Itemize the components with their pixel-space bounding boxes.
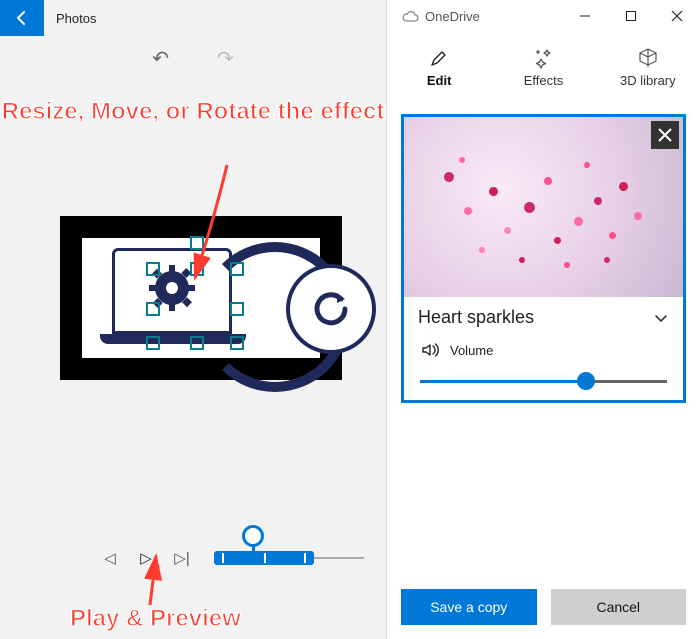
panel-tabs: Edit Effects 3D library bbox=[387, 32, 700, 102]
pencil-icon bbox=[429, 48, 449, 68]
maximize-button[interactable] bbox=[608, 0, 654, 32]
heart-particle bbox=[618, 181, 630, 193]
step-forward-button[interactable]: ▷| bbox=[164, 549, 200, 567]
volume-icon bbox=[420, 340, 440, 360]
annotation-play-text: Play & Preview bbox=[70, 605, 241, 633]
volume-slider[interactable] bbox=[404, 364, 683, 400]
cancel-button[interactable]: Cancel bbox=[551, 589, 687, 625]
playback-controls: ◁ ▷ ▷| bbox=[0, 533, 386, 583]
rotate-handle[interactable] bbox=[190, 236, 204, 250]
slider-thumb[interactable] bbox=[577, 372, 595, 390]
heart-particle bbox=[593, 196, 603, 206]
redo-button[interactable]: ↷ bbox=[217, 46, 234, 71]
effect-card: Heart sparkles Volume bbox=[401, 114, 686, 403]
resize-handle[interactable] bbox=[230, 262, 244, 276]
save-copy-button[interactable]: Save a copy bbox=[401, 589, 537, 625]
panel-footer: Save a copy Cancel bbox=[401, 589, 686, 625]
effect-thumbnail bbox=[404, 117, 683, 297]
minimize-button[interactable] bbox=[562, 0, 608, 32]
heart-particle bbox=[443, 171, 456, 184]
sparkle-icon bbox=[532, 47, 554, 69]
resize-handle[interactable] bbox=[230, 302, 244, 316]
effect-clip-segment[interactable] bbox=[214, 551, 314, 565]
tab-effects-label: Effects bbox=[524, 73, 564, 88]
remove-effect-button[interactable] bbox=[651, 121, 679, 149]
tab-library-label: 3D library bbox=[620, 73, 676, 88]
heart-particle bbox=[603, 256, 611, 264]
playhead[interactable] bbox=[242, 525, 264, 547]
close-icon bbox=[657, 127, 673, 143]
rotate-arrow-icon bbox=[307, 285, 355, 333]
close-icon bbox=[671, 10, 683, 22]
heart-particle bbox=[478, 246, 486, 254]
minimize-icon bbox=[579, 10, 591, 22]
video-preview[interactable] bbox=[60, 216, 342, 380]
cloud-label: OneDrive bbox=[425, 9, 480, 24]
chevron-down-icon bbox=[653, 310, 669, 326]
annotation-resize-text: Resize, Move, or Rotate the effect bbox=[0, 98, 386, 126]
heart-particle bbox=[518, 256, 526, 264]
window-titlebar: OneDrive bbox=[387, 0, 700, 32]
cloud-icon bbox=[401, 10, 419, 22]
left-header: Photos bbox=[0, 0, 386, 36]
close-window-button[interactable] bbox=[654, 0, 700, 32]
heart-particle bbox=[503, 226, 512, 235]
cube-icon bbox=[637, 47, 659, 69]
onedrive-indicator[interactable]: OneDrive bbox=[401, 9, 480, 24]
resize-handle[interactable] bbox=[146, 262, 160, 276]
resize-handle[interactable] bbox=[146, 336, 160, 350]
play-button[interactable]: ▷ bbox=[128, 549, 164, 567]
effect-header[interactable]: Heart sparkles bbox=[404, 297, 683, 332]
photos-editor-pane: Photos ↶ ↷ Resize, Move, or Rotate the e… bbox=[0, 0, 386, 639]
rotate-circle-icon[interactable] bbox=[286, 264, 376, 354]
maximize-icon bbox=[625, 10, 637, 22]
heart-particle bbox=[608, 231, 617, 240]
app-title: Photos bbox=[56, 11, 96, 26]
heart-particle bbox=[583, 161, 591, 169]
back-button[interactable] bbox=[0, 0, 44, 36]
undo-button[interactable]: ↶ bbox=[152, 46, 169, 71]
resize-handle[interactable] bbox=[230, 336, 244, 350]
effect-name: Heart sparkles bbox=[418, 307, 534, 328]
heart-particle bbox=[553, 236, 562, 245]
resize-handle[interactable] bbox=[190, 336, 204, 350]
volume-row: Volume bbox=[404, 332, 683, 364]
heart-particle bbox=[488, 186, 500, 198]
side-panel: OneDrive Edit Effects 3D library Heart s… bbox=[386, 0, 700, 639]
tab-edit-label: Edit bbox=[427, 73, 452, 88]
tab-effects[interactable]: Effects bbox=[491, 32, 595, 102]
tab-3d-library[interactable]: 3D library bbox=[596, 32, 700, 102]
heart-particle bbox=[573, 216, 585, 228]
heart-particle bbox=[563, 261, 571, 269]
volume-label: Volume bbox=[450, 343, 493, 358]
undo-redo-bar: ↶ ↷ bbox=[0, 36, 386, 80]
resize-handle[interactable] bbox=[146, 302, 160, 316]
heart-particle bbox=[633, 211, 643, 221]
heart-particle bbox=[522, 200, 536, 214]
tab-edit[interactable]: Edit bbox=[387, 32, 491, 102]
resize-handle[interactable] bbox=[190, 262, 204, 276]
arrow-left-icon bbox=[13, 9, 31, 27]
heart-particle bbox=[463, 206, 473, 216]
heart-particle bbox=[458, 156, 466, 164]
timeline-track[interactable] bbox=[214, 551, 364, 565]
heart-particle bbox=[543, 176, 553, 186]
step-back-button[interactable]: ◁ bbox=[92, 549, 128, 567]
